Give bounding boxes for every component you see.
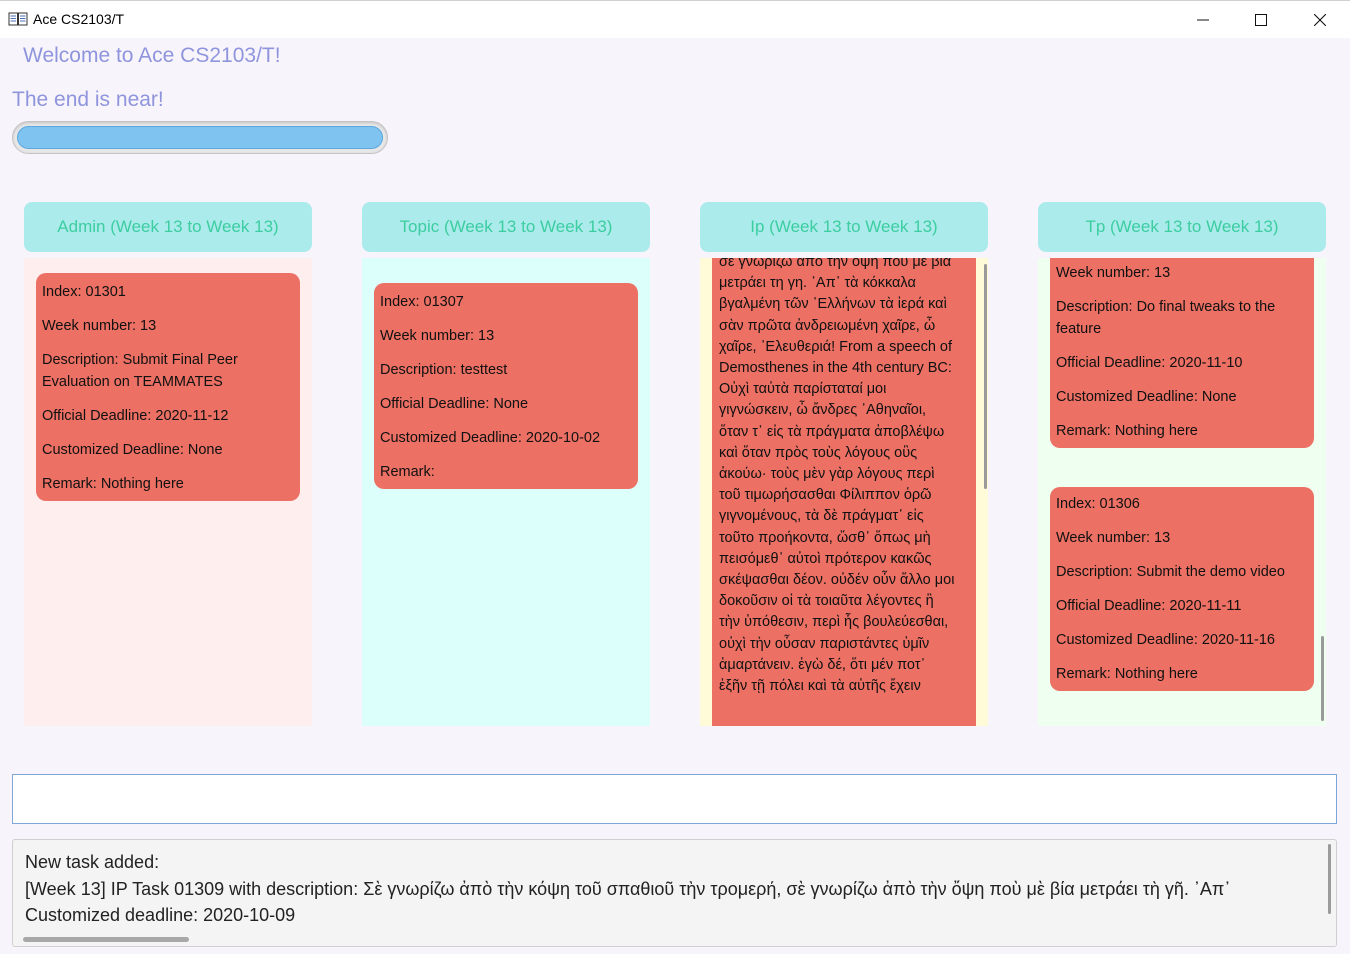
result-line: [Week 13] IP Task 01309 with description… <box>25 878 1231 899</box>
task-card[interactable]: Index: 01306 Week number: 13 Description… <box>1050 487 1314 691</box>
maximize-button[interactable] <box>1232 1 1290 39</box>
open-book-icon <box>8 12 28 26</box>
task-week: Week number: 13 <box>380 328 495 344</box>
result-line: Customized deadline: 2020-10-09 <box>25 905 296 925</box>
task-index: Index: 01306 <box>1056 496 1140 512</box>
task-remark: Remark: Nothing here <box>42 476 184 492</box>
column-header-topic: Topic (Week 13 to Week 13) <box>362 202 650 252</box>
result-horizontal-scrollbar-track <box>13 934 1336 946</box>
task-official-deadline: Official Deadline: 2020-11-11 <box>1056 598 1242 614</box>
task-card[interactable]: Week number: 13 Description: Do final tw… <box>1050 258 1314 448</box>
task-official-deadline: Official Deadline: 2020-11-10 <box>1056 355 1243 371</box>
task-customized-deadline: Customized Deadline: 2020-10-02 <box>380 430 601 446</box>
task-official-deadline: Official Deadline: 2020-11-12 <box>42 408 229 424</box>
progress-bar-fill <box>17 126 383 149</box>
result-text: New task added: [Week 13] IP Task 01309 … <box>25 849 1231 946</box>
command-input[interactable] <box>12 774 1337 824</box>
task-index: Index: 01301 <box>42 284 126 300</box>
minimize-icon <box>1197 19 1209 21</box>
column-header-ip: Ip (Week 13 to Week 13) <box>700 202 988 252</box>
task-remark: Remark: Nothing here <box>1056 666 1198 682</box>
task-description: Description: testtest <box>380 362 508 378</box>
task-description: Description: Submit the demo video <box>1056 564 1285 580</box>
task-week: Week number: 13 <box>1056 265 1171 281</box>
welcome-heading: Welcome to Ace CS2103/T! <box>23 44 281 67</box>
result-display[interactable]: New task added: [Week 13] IP Task 01309 … <box>12 839 1337 947</box>
column-admin[interactable]: Index: 01301 Week number: 13 Description… <box>24 258 312 726</box>
column-header-admin: Admin (Week 13 to Week 13) <box>24 202 312 252</box>
task-customized-deadline: Customized Deadline: None <box>1056 389 1237 405</box>
title-bar: Ace CS2103/T <box>0 0 1350 38</box>
window-title: Ace CS2103/T <box>33 11 125 27</box>
task-card[interactable]: Index: 01307 Week number: 13 Description… <box>374 283 638 489</box>
task-index: Index: 01307 <box>380 294 464 310</box>
task-week: Week number: 13 <box>42 318 157 334</box>
column-scrollbar[interactable] <box>1321 636 1324 721</box>
column-scrollbar[interactable] <box>984 264 987 489</box>
task-card[interactable]: σε γνωρίζω από την όψη που με βία μετράε… <box>712 258 976 726</box>
column-tp[interactable]: Week number: 13 Description: Do final tw… <box>1038 258 1326 726</box>
result-line: New task added: <box>25 852 160 872</box>
task-description: σε γνωρίζω από την όψη που με βία μετράε… <box>719 258 955 695</box>
close-button[interactable] <box>1291 1 1349 39</box>
progress-bar <box>12 121 388 154</box>
task-remark: Remark: <box>380 464 435 480</box>
column-header-tp: Tp (Week 13 to Week 13) <box>1038 202 1326 252</box>
result-vertical-scrollbar[interactable] <box>1328 844 1331 914</box>
result-horizontal-scrollbar[interactable] <box>23 937 189 942</box>
task-customized-deadline: Customized Deadline: 2020-11-16 <box>1056 632 1275 648</box>
task-official-deadline: Official Deadline: None <box>380 396 529 412</box>
status-message: The end is near! <box>12 88 164 111</box>
task-week: Week number: 13 <box>1056 530 1171 546</box>
task-card[interactable]: Index: 01301 Week number: 13 Description… <box>36 273 300 501</box>
column-ip[interactable]: σε γνωρίζω από την όψη που με βία μετράε… <box>700 258 988 726</box>
close-icon <box>1314 14 1326 26</box>
minimize-button[interactable] <box>1174 1 1232 39</box>
column-topic[interactable]: Index: 01307 Week number: 13 Description… <box>362 258 650 726</box>
task-description: Description: Submit Final Peer Evaluatio… <box>42 352 238 390</box>
task-customized-deadline: Customized Deadline: None <box>42 442 223 458</box>
task-remark: Remark: Nothing here <box>1056 423 1198 439</box>
task-description: Description: Do final tweaks to the feat… <box>1056 299 1276 337</box>
maximize-icon <box>1255 14 1267 26</box>
